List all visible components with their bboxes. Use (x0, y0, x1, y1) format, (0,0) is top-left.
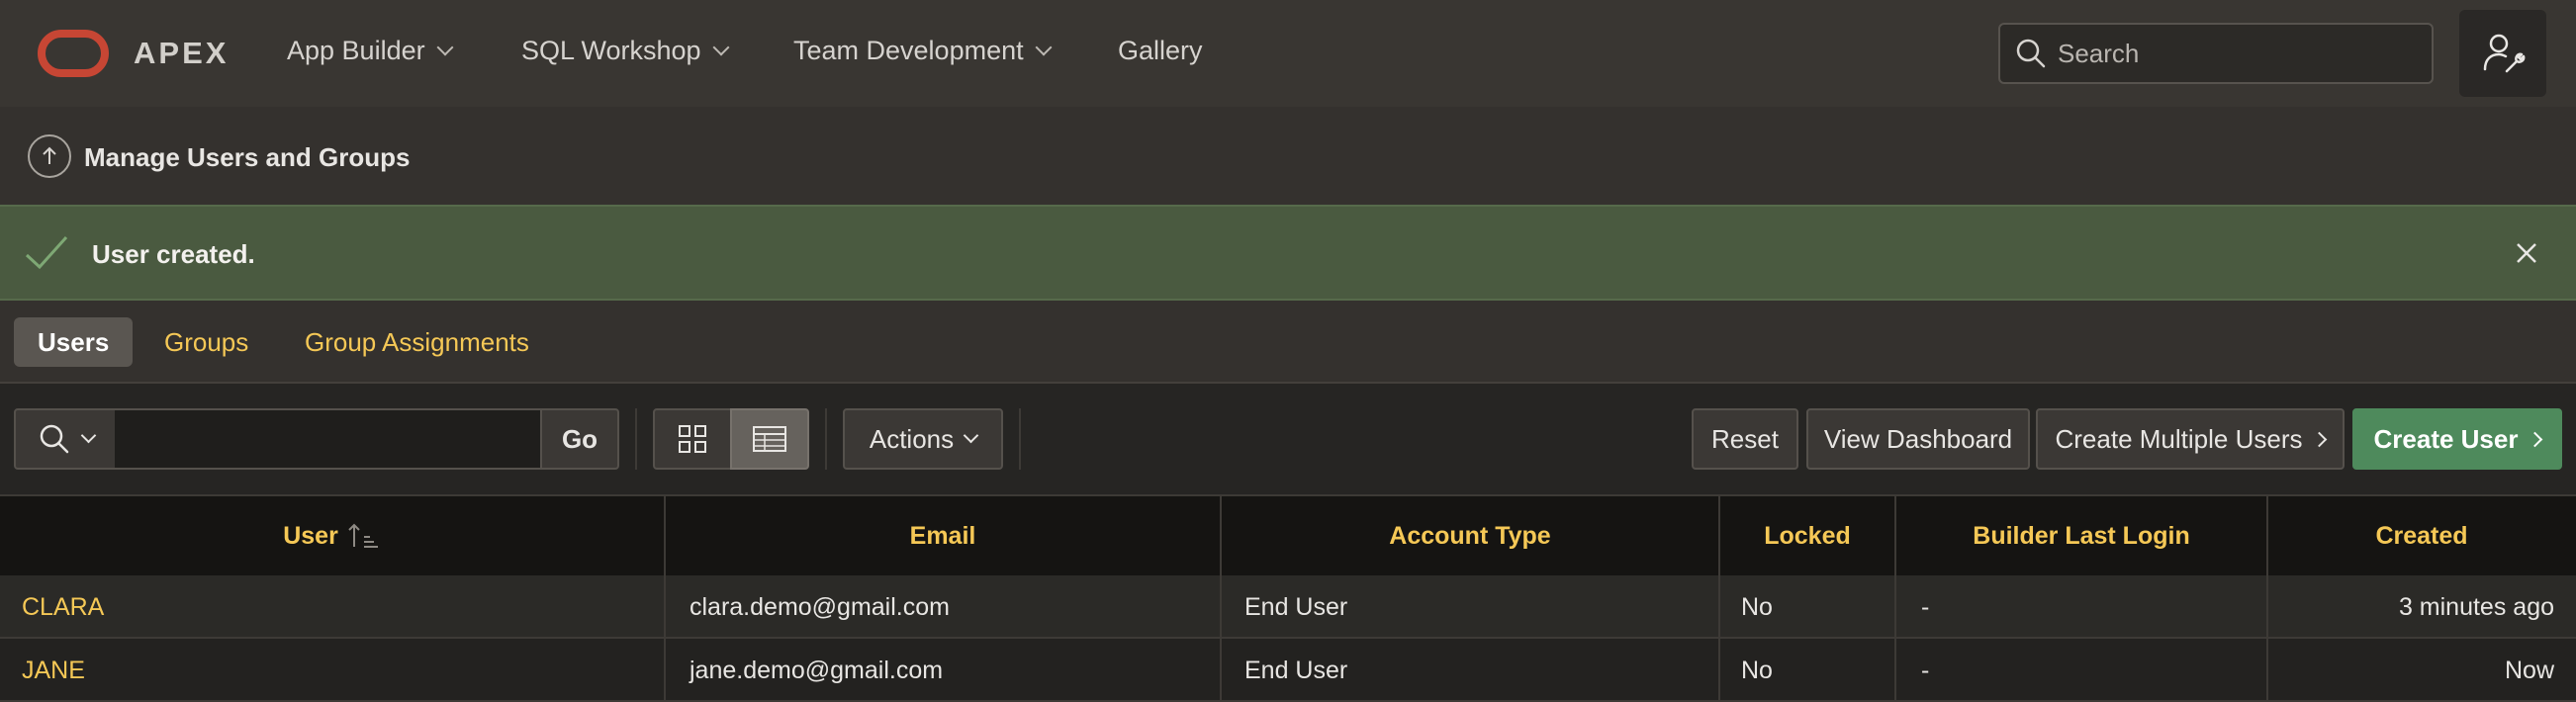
column-divider (1894, 496, 1896, 702)
column-divider (1718, 496, 1720, 702)
nav-team-development[interactable]: Team Development (793, 36, 1053, 66)
table-icon (753, 426, 786, 452)
search-column-menu-button[interactable] (14, 408, 117, 470)
chevron-down-icon (712, 39, 730, 55)
arrow-up-icon (43, 146, 56, 164)
toolbar-separator (1019, 408, 1021, 470)
chevron-right-icon (2312, 431, 2328, 447)
column-divider (664, 496, 666, 702)
tab-users[interactable]: Users (14, 317, 134, 367)
email-cell: jane.demo@gmail.com (690, 656, 944, 684)
account-type-cell: End User (1244, 656, 1348, 684)
nav-gallery-label: Gallery (1118, 36, 1203, 65)
tab-group-assignments[interactable]: Group Assignments (281, 317, 553, 367)
checkmark-icon (25, 235, 68, 270)
close-alert-button[interactable] (2511, 237, 2542, 269)
email-cell: clara.demo@gmail.com (690, 592, 950, 621)
report-view-button[interactable] (730, 408, 809, 470)
chevron-down-icon (436, 39, 454, 55)
create-user-label: Create User (2373, 423, 2519, 454)
column-header-account-type[interactable]: Account Type (1221, 496, 1719, 575)
created-cell: Now (2504, 656, 2554, 684)
create-multiple-users-button[interactable]: Create Multiple Users (2036, 408, 2345, 470)
column-header-user[interactable]: User (0, 496, 665, 575)
column-header-user-label: User (283, 521, 338, 550)
chevron-down-icon (80, 427, 96, 443)
nav-team-development-label: Team Development (793, 36, 1024, 65)
user-settings-icon (2483, 34, 2526, 73)
search-icon (40, 424, 68, 454)
nav-app-builder-label: App Builder (287, 36, 425, 65)
builder-last-login-cell: - (1921, 592, 1930, 621)
toolbar-separator (825, 408, 827, 470)
sort-ascending-icon (348, 523, 378, 548)
locked-cell: No (1741, 592, 1773, 621)
success-alert (0, 205, 2576, 301)
column-header-locked[interactable]: Locked (1719, 496, 1895, 575)
actions-menu-button[interactable]: Actions (843, 408, 1003, 470)
go-button[interactable]: Go (540, 408, 619, 470)
report-search-input[interactable] (115, 408, 542, 470)
builder-last-login-cell: - (1921, 656, 1930, 684)
nav-sql-workshop[interactable]: SQL Workshop (521, 36, 730, 66)
chevron-down-icon (1035, 39, 1053, 55)
view-dashboard-button[interactable]: View Dashboard (1806, 408, 2030, 470)
page-title: Manage Users and Groups (84, 142, 411, 172)
admin-user-menu-button[interactable] (2459, 10, 2546, 97)
column-header-builder-last-login[interactable]: Builder Last Login (1895, 496, 2267, 575)
global-search[interactable] (1998, 23, 2434, 84)
column-divider (1220, 496, 1222, 702)
account-type-cell: End User (1244, 592, 1348, 621)
toolbar-separator (635, 408, 637, 470)
chevron-right-icon (2528, 431, 2543, 447)
nav-gallery[interactable]: Gallery (1118, 36, 1203, 66)
nav-sql-workshop-label: SQL Workshop (521, 36, 701, 65)
alert-message: User created. (92, 239, 255, 269)
created-cell: 3 minutes ago (2398, 592, 2554, 621)
search-icon (2016, 39, 2046, 68)
user-link[interactable]: CLARA (22, 575, 104, 639)
nav-app-builder[interactable]: App Builder (287, 36, 454, 66)
chevron-down-icon (963, 427, 979, 443)
grid-icon (679, 425, 706, 453)
column-divider (2266, 496, 2268, 702)
user-link[interactable]: JANE (22, 639, 85, 702)
oracle-logo-icon[interactable] (38, 30, 109, 77)
tab-groups[interactable]: Groups (140, 317, 272, 367)
column-header-email[interactable]: Email (665, 496, 1221, 575)
navigate-up-button[interactable] (28, 134, 71, 178)
create-multiple-users-label: Create Multiple Users (2055, 423, 2303, 454)
create-user-button[interactable]: Create User (2352, 408, 2562, 470)
column-header-created[interactable]: Created (2267, 496, 2576, 575)
brand-name[interactable]: APEX (134, 36, 229, 71)
close-icon (2517, 243, 2536, 263)
actions-menu-label: Actions (869, 423, 955, 454)
locked-cell: No (1741, 656, 1773, 684)
reset-button[interactable]: Reset (1692, 408, 1798, 470)
icon-view-button[interactable] (653, 408, 732, 470)
global-search-input[interactable] (2058, 38, 2414, 69)
